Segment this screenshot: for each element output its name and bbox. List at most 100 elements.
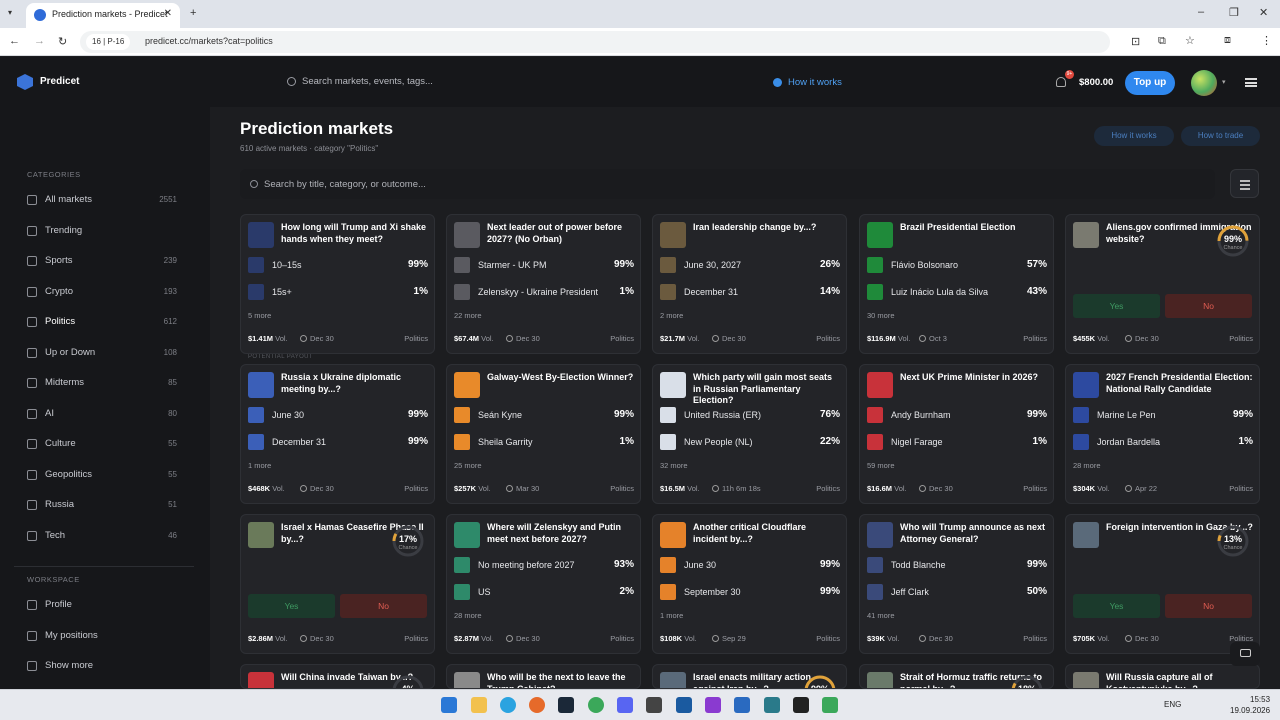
bookmark-star-icon[interactable]: ☆ <box>1185 34 1195 47</box>
sidebar-item-politics[interactable]: Politics 612 <box>27 313 182 333</box>
browser-tab[interactable]: Prediction markets - Predicet ✕ <box>26 3 180 28</box>
sidebar-item-my-positions[interactable]: My positions <box>27 627 182 647</box>
outcome-row[interactable]: Marine Le Pen 99% <box>1073 406 1253 424</box>
market-card[interactable]: Israel enacts military action against Ir… <box>652 664 847 689</box>
market-question[interactable]: Will Russia capture all of Kostyantynivk… <box>1106 672 1254 688</box>
market-question[interactable]: Galway-West By-Election Winner? <box>487 372 635 384</box>
url-text[interactable]: predicet.cc/markets?cat=politics <box>145 36 273 46</box>
market-card[interactable]: Next UK Prime Minister in 2026? Andy Burn… <box>859 364 1054 504</box>
outcome-row[interactable]: No meeting before 2027 93% <box>454 556 634 574</box>
outcome-row[interactable]: US 2% <box>454 583 634 601</box>
market-question[interactable]: Next leader out of power before 2027? (N… <box>487 222 635 245</box>
photos-icon[interactable] <box>676 697 692 713</box>
how-it-works-button[interactable]: How it works <box>1094 126 1174 146</box>
market-question[interactable]: Where will Zelenskyy and Putin meet next… <box>487 522 635 545</box>
yes-button[interactable]: Yes <box>1073 294 1160 318</box>
outcome-row[interactable]: December 31 99% <box>248 433 428 451</box>
market-question[interactable]: How long will Trump and Xi shake hands w… <box>281 222 429 245</box>
market-card[interactable]: Russia x Ukraine diplomatic meeting by..… <box>240 364 435 504</box>
close-window-icon[interactable]: ✕ <box>1259 6 1268 19</box>
yes-button[interactable]: Yes <box>248 594 335 618</box>
more-outcomes-link[interactable]: 22 more <box>454 311 482 320</box>
input-language[interactable]: ENG <box>1164 700 1181 709</box>
market-card[interactable]: Who will Trump announce as next Attorney… <box>859 514 1054 654</box>
tab-list-icon[interactable]: ▾ <box>8 8 12 17</box>
more-outcomes-link[interactable]: 41 more <box>867 611 895 620</box>
market-question[interactable]: 2027 French Presidential Election: Natio… <box>1106 372 1254 395</box>
predicet-logo-icon[interactable] <box>17 74 33 90</box>
outcome-row[interactable]: Todd Blanche 99% <box>867 556 1047 574</box>
forward-icon[interactable]: → <box>34 35 45 47</box>
tab-close-icon[interactable]: ✕ <box>164 8 172 19</box>
market-question[interactable]: Brazil Presidential Election <box>900 222 1048 234</box>
market-card[interactable]: Brazil Presidential Election Flávio Bolso… <box>859 214 1054 354</box>
discord-icon[interactable] <box>617 697 633 713</box>
outcome-row[interactable]: Nigel Farage 1% <box>867 433 1047 451</box>
market-card[interactable]: Who will be the next to leave the Trump … <box>446 664 641 689</box>
terminal-icon[interactable] <box>793 697 809 713</box>
address-bar[interactable]: 16 | P-16 predicet.cc/markets?cat=politi… <box>80 31 1110 53</box>
outcome-row[interactable]: June 30, 2027 26% <box>660 256 840 274</box>
no-button[interactable]: No <box>340 594 427 618</box>
outcome-row[interactable]: Jeff Clark 50% <box>867 583 1047 601</box>
more-outcomes-link[interactable]: 5 more <box>248 311 271 320</box>
outcome-row[interactable]: New People (NL) 22% <box>660 433 840 451</box>
market-card[interactable]: Iran leadership change by...? June 30, 20… <box>652 214 847 354</box>
outcome-row[interactable]: Seán Kyne 99% <box>454 406 634 424</box>
market-card[interactable]: Another critical Cloudflare incident by.… <box>652 514 847 654</box>
market-card[interactable]: Galway-West By-Election Winner? Seán Kyne… <box>446 364 641 504</box>
firefox-icon[interactable] <box>529 697 545 713</box>
sidebar-item-midterms[interactable]: Midterms 85 <box>27 374 182 394</box>
brand-name[interactable]: Predicet <box>40 76 79 87</box>
sidebar-item-sports[interactable]: Sports 239 <box>27 252 182 272</box>
avatar[interactable] <box>1191 70 1217 96</box>
sidebar-item-crypto[interactable]: Crypto 193 <box>27 283 182 303</box>
site-info-chip[interactable]: 16 | P-16 <box>86 34 131 50</box>
market-question[interactable]: Iran leadership change by...? <box>693 222 841 234</box>
sidebar-item-geopolitics[interactable]: Geopolitics 55 <box>27 466 182 486</box>
outcome-row[interactable]: Andy Burnham 99% <box>867 406 1047 424</box>
browser-menu-icon[interactable]: ⋮ <box>1261 34 1272 47</box>
chevron-down-icon[interactable]: ▾ <box>1222 78 1226 86</box>
market-question[interactable]: Which party will gain most seats in Russ… <box>693 372 841 407</box>
translate-icon[interactable]: ⧉ <box>1158 35 1166 48</box>
vpn-icon[interactable] <box>764 697 780 713</box>
reload-icon[interactable]: ↻ <box>58 35 67 48</box>
how-to-trade-button[interactable]: How to trade <box>1181 126 1260 146</box>
no-button[interactable]: No <box>1165 294 1252 318</box>
market-question[interactable]: Who will be the next to leave the Trump … <box>487 672 635 688</box>
outcome-row[interactable]: 10–15s 99% <box>248 256 428 274</box>
sidebar-item-trending[interactable]: Trending <box>27 222 182 242</box>
outcome-row[interactable]: September 30 99% <box>660 583 840 601</box>
new-tab-icon[interactable]: + <box>190 7 196 19</box>
app-icon[interactable] <box>646 697 662 713</box>
more-outcomes-link[interactable]: 28 more <box>1073 461 1101 470</box>
outcome-row[interactable]: June 30 99% <box>248 406 428 424</box>
more-outcomes-link[interactable]: 30 more <box>867 311 895 320</box>
market-card[interactable]: Which party will gain most seats in Russ… <box>652 364 847 504</box>
sidebar-item-russia[interactable]: Russia 51 <box>27 496 182 516</box>
minimize-icon[interactable]: – <box>1198 6 1204 18</box>
global-search-input[interactable]: Search markets, events, tags... <box>302 76 433 87</box>
outcome-row[interactable]: Sheila Garrity 1% <box>454 433 634 451</box>
market-card[interactable]: Next leader out of power before 2027? (N… <box>446 214 641 354</box>
extensions-icon[interactable]: ⧈ <box>1224 34 1231 47</box>
filter-button[interactable] <box>1230 169 1259 198</box>
more-outcomes-link[interactable]: 1 more <box>248 461 271 470</box>
hamburger-menu-icon[interactable] <box>1245 78 1257 87</box>
market-question[interactable]: Russia x Ukraine diplomatic meeting by..… <box>281 372 429 395</box>
chat-button[interactable] <box>1230 642 1260 666</box>
yes-button[interactable]: Yes <box>1073 594 1160 618</box>
sidebar-item-up-or-down[interactable]: Up or Down 108 <box>27 344 182 364</box>
back-icon[interactable]: ← <box>9 35 20 47</box>
chrome-icon[interactable] <box>588 697 604 713</box>
bell-icon[interactable] <box>1056 77 1066 87</box>
market-card[interactable]: Foreign intervention in Gaza by...? 13% Ch… <box>1065 514 1260 654</box>
editor-icon[interactable] <box>734 697 750 713</box>
market-question[interactable]: Next UK Prime Minister in 2026? <box>900 372 1048 384</box>
market-card[interactable]: Will Russia capture all of Kostyantynivk… <box>1065 664 1260 689</box>
file-explorer-icon[interactable] <box>471 697 487 713</box>
sidebar-item-show-more[interactable]: Show more <box>27 657 182 677</box>
more-outcomes-link[interactable]: 59 more <box>867 461 895 470</box>
outcome-row[interactable]: Luiz Inácio Lula da Silva 43% <box>867 283 1047 301</box>
